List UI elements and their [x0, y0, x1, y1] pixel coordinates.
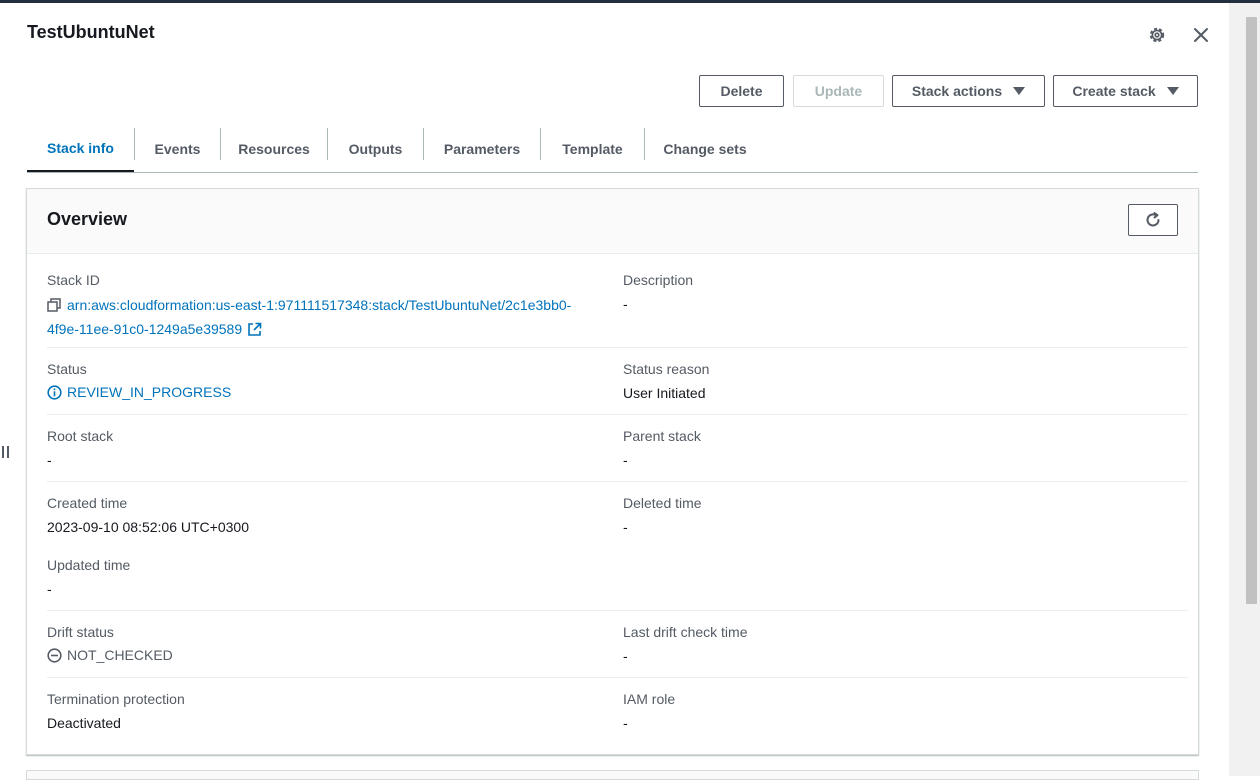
scrollbar-thumb[interactable]	[1246, 17, 1257, 604]
not-checked-icon	[47, 647, 62, 663]
stack-id-value: arn:aws:cloudformation:us-east-1:9711115…	[47, 294, 607, 343]
caret-down-icon	[1166, 87, 1179, 95]
parent-stack-value: -	[623, 452, 628, 468]
tab-resources[interactable]: Resources	[221, 126, 327, 172]
created-time-label: Created time	[47, 495, 128, 511]
refresh-button[interactable]	[1128, 204, 1178, 236]
update-button[interactable]: Update	[793, 75, 884, 107]
status-reason-value: User Initiated	[623, 385, 706, 401]
last-drift-check-value: -	[623, 648, 628, 664]
update-button-label: Update	[814, 83, 863, 99]
drift-status-label: Drift status	[47, 624, 114, 640]
page-title: TestUbuntuNet	[27, 22, 155, 42]
deleted-time-label: Deleted time	[623, 495, 702, 511]
tab-parameters[interactable]: Parameters	[424, 126, 540, 172]
close-icon[interactable]	[1191, 25, 1211, 45]
tab-events[interactable]: Events	[135, 126, 220, 172]
tab-change-sets[interactable]: Change sets	[645, 126, 765, 172]
row-divider	[47, 347, 1188, 348]
updated-time-label: Updated time	[47, 557, 131, 573]
last-drift-check-label: Last drift check time	[623, 624, 748, 640]
tab-template[interactable]: Template	[541, 126, 644, 172]
gear-icon[interactable]	[1147, 25, 1167, 45]
status-reason-label: Status reason	[623, 361, 710, 377]
tab-outputs[interactable]: Outputs	[328, 126, 423, 172]
row-divider	[47, 481, 1188, 482]
overview-title: Overview	[47, 209, 128, 229]
next-panel-edge	[26, 770, 1199, 780]
row-divider	[47, 610, 1188, 611]
stack-id-link[interactable]: arn:aws:cloudformation:us-east-1:9711115…	[67, 297, 571, 313]
row-divider	[47, 677, 1188, 678]
root-stack-value: -	[47, 452, 52, 468]
create-stack-label: Create stack	[1072, 83, 1156, 99]
parent-stack-label: Parent stack	[623, 428, 701, 444]
stack-id-link-cont[interactable]: 4f9e-11ee-91c0-1249a5e39589	[47, 321, 242, 337]
iam-role-value: -	[623, 715, 628, 731]
copy-icon[interactable]	[47, 296, 61, 318]
status-text: REVIEW_IN_PROGRESS	[67, 384, 232, 400]
refresh-icon	[1146, 212, 1160, 227]
row-divider	[47, 414, 1188, 415]
termination-protection-value: Deactivated	[47, 715, 121, 731]
termination-protection-label: Termination protection	[47, 691, 185, 707]
scrollbar[interactable]	[1229, 3, 1260, 776]
description-label: Description	[623, 272, 694, 288]
overview-panel: Overview Stack ID arn:aws:cloudformation…	[26, 188, 1199, 755]
status-value: REVIEW_IN_PROGRESS	[47, 384, 231, 400]
external-link-icon[interactable]	[247, 321, 262, 343]
stack-actions-label: Stack actions	[911, 83, 1003, 99]
stack-id-label: Stack ID	[47, 272, 100, 288]
panel-resize-handle[interactable]	[2, 446, 10, 460]
caret-down-icon	[1013, 87, 1026, 95]
delete-button-label: Delete	[720, 83, 763, 99]
tab-stack-info[interactable]: Stack info	[27, 126, 134, 172]
description-value: -	[623, 296, 628, 312]
create-stack-button[interactable]: Create stack	[1053, 75, 1198, 107]
root-stack-label: Root stack	[47, 428, 114, 444]
tab-bar: Stack info Events Resources Outputs Para…	[27, 126, 1198, 173]
drift-status-value: NOT_CHECKED	[47, 647, 173, 663]
iam-role-label: IAM role	[623, 691, 676, 707]
deleted-time-value: -	[623, 519, 628, 535]
updated-time-value: -	[47, 581, 52, 597]
info-icon	[47, 384, 62, 400]
drift-status-text: NOT_CHECKED	[67, 647, 173, 663]
created-time-value: 2023-09-10 08:52:06 UTC+0300	[47, 519, 249, 535]
stack-actions-button[interactable]: Stack actions	[892, 75, 1045, 107]
delete-button[interactable]: Delete	[699, 75, 784, 107]
overview-header: Overview	[27, 189, 1198, 254]
top-border	[0, 0, 1260, 3]
status-label: Status	[47, 361, 87, 377]
